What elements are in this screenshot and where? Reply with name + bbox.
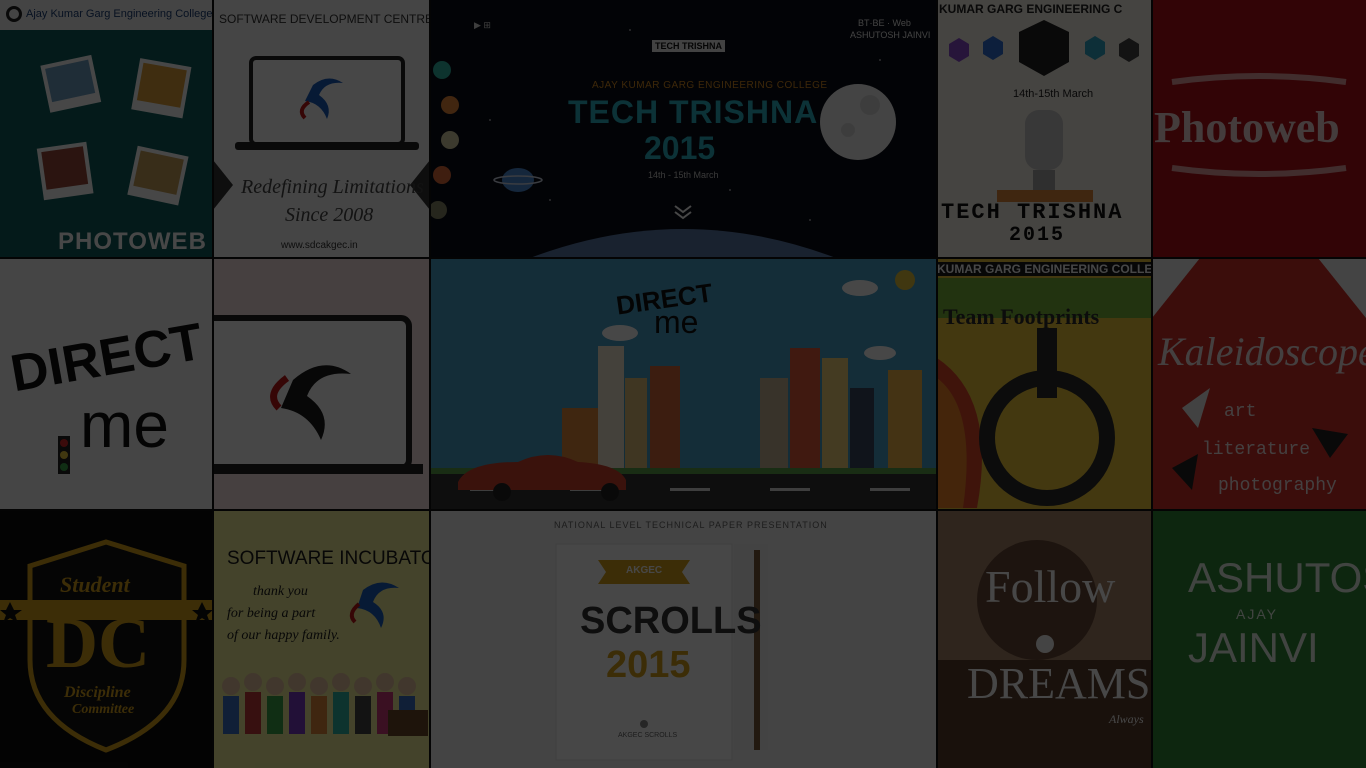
tile-title: Team Footprints [943,304,1100,329]
header-right-2: ASHUTOSH JAINVI [850,30,931,40]
kaleidoscope-shapes [1152,258,1366,490]
tile-line-1: ASHUTOSH [1188,554,1366,601]
portfolio-tile-tech-trishna-poster[interactable]: KUMAR GARG ENGINEERING C 14th-15th March… [937,0,1152,258]
event-dates: 14th - 15th March [648,170,719,180]
poster-title-line1: TECH TRISHNA [941,200,1124,225]
ribbon-text: AKGEC [626,565,663,576]
shield-line-committee: Committee [72,702,135,717]
portfolio-tile-sdc[interactable]: SOFTWARE DEVELOPMENT CENTRE Redefining L… [213,0,430,258]
grid-seam-v4 [1151,0,1153,768]
polaroid-photos-icon [36,54,192,206]
portfolio-tile-follow-dreams[interactable]: Follow DREAMS Always [937,510,1152,768]
tile-word-dreams: DREAMS [967,659,1151,708]
portfolio-tile-ashutosh-jainvi[interactable]: ASHUTOSH AJAY JAINVI [1152,510,1366,768]
grid-seam-h2 [0,509,1366,511]
portfolio-tile-direct-me-logo[interactable]: DIRECT me [0,258,213,510]
portfolio-tile-kaleidoscope[interactable]: Kaleidoscope art literature photography [1152,258,1366,510]
logo-word-me: me [654,304,699,340]
tile-item-photography: photography [1218,476,1337,496]
tile-item-literature: literature [1202,440,1311,460]
tile-footer: AKGEC SCROLLS [618,732,678,739]
portfolio-tile-student-dc[interactable]: Student DC Discipline Committee [0,510,213,768]
tile-since: Since 2008 [285,204,374,226]
tile-title: SCROLLS [580,600,762,642]
portfolio-tile-tech-trishna-web[interactable]: ▶ ⊞ TECH TRISHNA BT·BE · Web ASHUTOSH JA… [430,0,937,258]
poster-dates: 14th-15th March [1013,88,1094,100]
tile-line-2: AJAY [1236,606,1278,622]
shield-line-discipline: Discipline [64,684,131,701]
laptop-icon [213,315,423,474]
shield-initials: DC [46,603,150,683]
tile-signature: Always [1109,712,1144,726]
portfolio-tile-team-footprints[interactable]: KUMAR GARG ENGINEERING COLLE Team Footpr… [937,258,1152,510]
portfolio-tile-photoweb-teal[interactable]: Ajay Kumar Garg Engineering College PHOT… [0,0,213,258]
traffic-light-icon [58,436,70,474]
grid-seam-h1 [0,257,1366,259]
grid-seam-v2 [429,0,431,768]
team-avatars-illustration [222,582,428,736]
header-right-1: BT·BE · Web [858,18,911,28]
store-badges: ▶ ⊞ [474,20,491,30]
tile-caption: PHOTOWEB [58,228,207,255]
college-name: AJAY KUMAR GARG ENGINEERING COLLEGE [592,80,828,91]
tile-tagline: Redefining Limitations [241,176,424,198]
tile-title: Photoweb [1154,103,1340,152]
portfolio-tile-sdc-laptop[interactable] [213,258,430,510]
poster-title-line2: 2015 [1009,224,1066,247]
guitar-graphic [937,278,1152,508]
grid-seam-v1 [212,0,214,768]
portfolio-tile-software-incubator[interactable]: SOFTWARE INCUBATOR thank you for being a… [213,510,430,768]
portfolio-tile-scrolls[interactable]: NATIONAL LEVEL TECHNICAL PAPER PRESENTAT… [430,510,937,768]
event-year: 2015 [644,130,716,166]
tile-url: www.sdcakgec.in [281,240,358,251]
tile-word-follow: Follow [985,561,1116,612]
tile-year: 2015 [606,644,691,686]
header-badge: TECH TRISHNA [652,40,725,52]
tile-line-3: JAINVI [1188,624,1319,671]
tile-title: Kaleidoscope [1158,329,1366,374]
photo-background [937,510,1152,768]
grid-seam-v3 [936,0,938,768]
tile-item-art: art [1224,402,1257,422]
event-title: TECH TRISHNA [568,94,819,130]
shield-line-student: Student [60,572,130,597]
portfolio-tile-direct-me-city[interactable]: DIRECT me [430,258,937,510]
portfolio-tile-photoweb-red[interactable]: Photoweb [1152,0,1366,258]
